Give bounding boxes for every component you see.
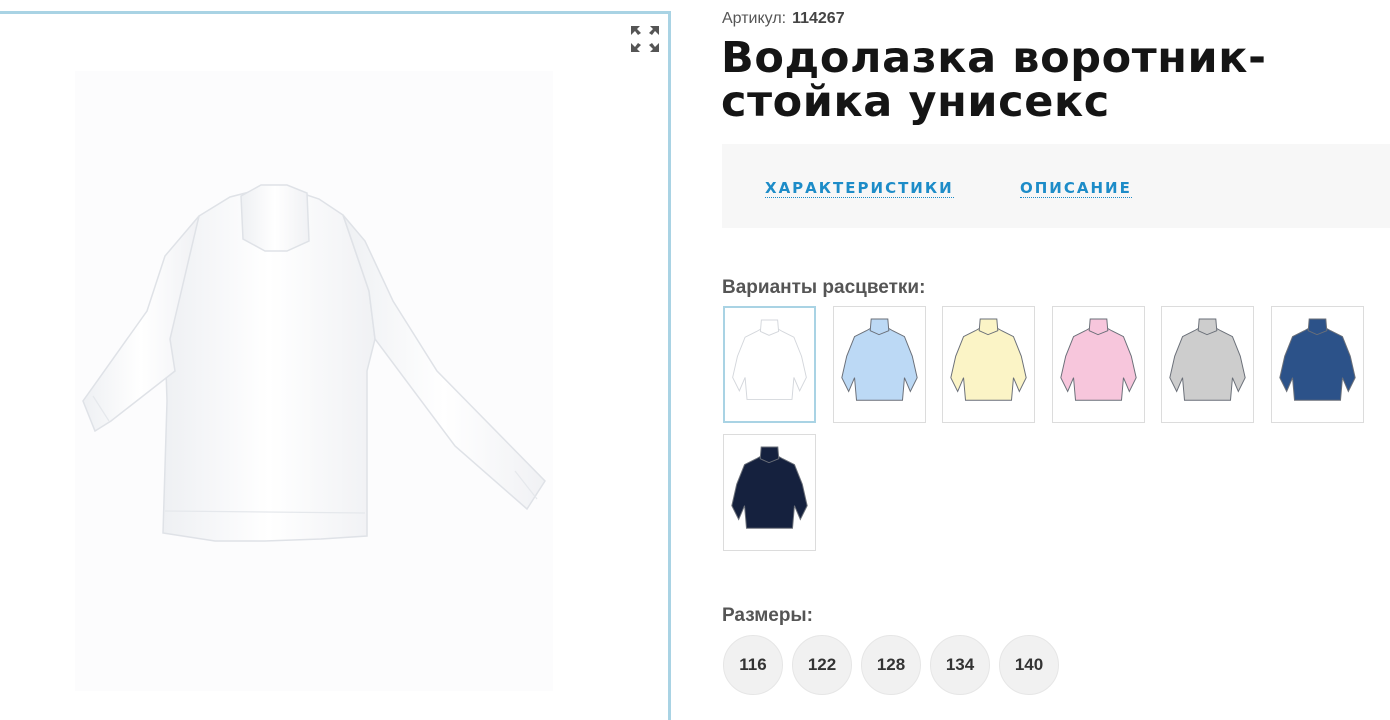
color-swatch[interactable] — [1161, 306, 1254, 423]
product-title: Водолазка воротник-стойка унисекс — [721, 33, 1267, 127]
color-variants-label: Варианты расцветки: — [722, 277, 926, 298]
size-option[interactable]: 116 — [723, 635, 783, 695]
turtleneck-thumbnail — [950, 318, 1027, 401]
turtleneck-thumbnail — [731, 446, 808, 529]
expand-icon[interactable] — [627, 21, 663, 57]
size-option[interactable]: 122 — [792, 635, 852, 695]
size-option[interactable]: 128 — [861, 635, 921, 695]
sku-line: Артикул: 114267 — [722, 10, 845, 28]
color-swatch[interactable] — [1271, 306, 1364, 423]
color-swatch[interactable] — [723, 306, 816, 423]
sku-value: 114267 — [792, 10, 845, 27]
color-swatch[interactable] — [723, 434, 816, 551]
size-option[interactable]: 140 — [999, 635, 1059, 695]
product-gallery — [0, 11, 671, 720]
color-swatch[interactable] — [1052, 306, 1145, 423]
tab-characteristics[interactable]: ХАРАКТЕРИСТИКИ — [765, 179, 954, 198]
turtleneck-thumbnail — [841, 318, 918, 401]
turtleneck-thumbnail — [1169, 318, 1246, 401]
tab-description[interactable]: ОПИСАНИЕ — [1020, 179, 1132, 198]
color-swatch[interactable] — [942, 306, 1035, 423]
sku-label: Артикул: — [722, 10, 787, 27]
turtleneck-thumbnail — [1279, 318, 1356, 401]
turtleneck-thumbnail — [732, 319, 807, 400]
info-tabs: ХАРАКТЕРИСТИКИ ОПИСАНИЕ — [722, 144, 1390, 228]
color-swatch[interactable] — [833, 306, 926, 423]
sizes-label: Размеры: — [722, 605, 813, 626]
turtleneck-thumbnail — [1060, 318, 1137, 401]
main-product-photo[interactable] — [75, 71, 553, 691]
size-option[interactable]: 134 — [930, 635, 990, 695]
